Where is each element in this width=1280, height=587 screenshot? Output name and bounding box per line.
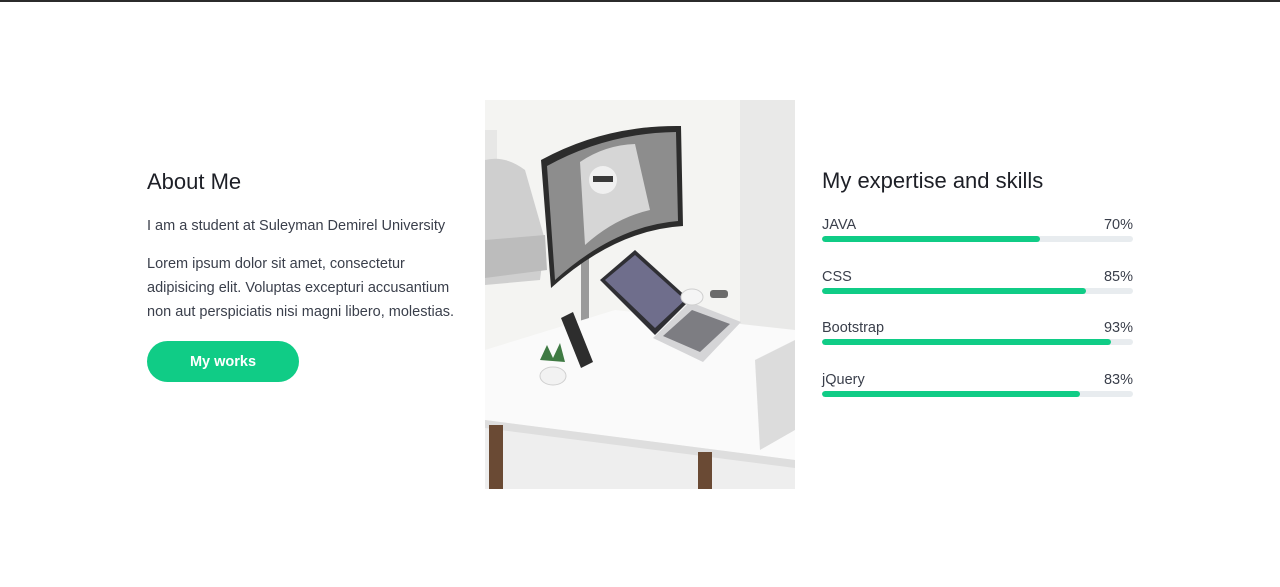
skill-percent: 93% <box>1103 320 1133 336</box>
skill-item-css: CSS 85% <box>822 268 1133 320</box>
workspace-photo <box>485 100 795 489</box>
skill-progress-fill <box>822 236 1040 242</box>
about-body: Lorem ipsum dolor sit amet, consectetur … <box>147 256 455 320</box>
skill-name: jQuery <box>822 371 865 388</box>
skills-title: My expertise and skills <box>822 168 1044 193</box>
skill-progress-track <box>822 390 1133 397</box>
skill-name: CSS <box>822 268 852 285</box>
skill-progress-track <box>822 287 1133 294</box>
skill-progress-fill <box>822 287 1087 294</box>
skill-name: JAVA <box>822 217 857 233</box>
skill-progress-track <box>822 339 1133 345</box>
top-divider <box>0 0 1280 2</box>
about-section: About Me I am a student at Suleyman Demi… <box>147 168 467 382</box>
skill-percent: 83% <box>1103 371 1133 388</box>
skill-percent: 70% <box>1103 217 1133 233</box>
about-lead: I am a student at Suleyman Demirel Unive… <box>147 218 446 234</box>
skill-progress-fill <box>822 390 1081 397</box>
skill-name: Bootstrap <box>822 320 885 336</box>
skill-progress-fill <box>822 339 1112 345</box>
skill-percent: 85% <box>1103 268 1133 285</box>
skill-item-jquery: jQuery 83% <box>822 371 1133 423</box>
skill-item-java: JAVA 70% <box>822 216 1133 268</box>
skill-progress-track <box>822 236 1133 242</box>
about-title: About Me <box>147 169 242 194</box>
skills-section: My expertise and skills JAVA 70% CSS 85%… <box>822 168 1133 422</box>
skill-item-bootstrap: Bootstrap 93% <box>822 319 1133 371</box>
my-works-button[interactable]: My works <box>147 341 299 382</box>
